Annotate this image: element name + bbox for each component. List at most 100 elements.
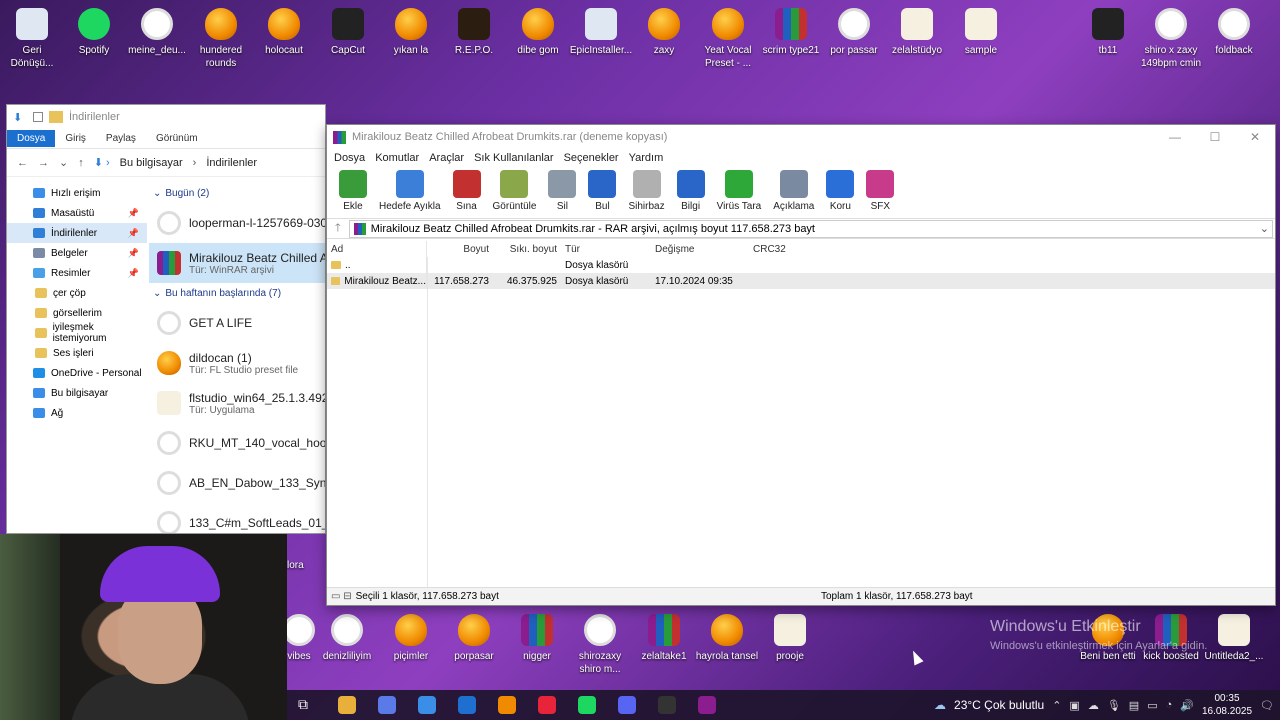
battery-icon[interactable]: ▭ [1147, 699, 1157, 712]
taskbar-winrar[interactable] [687, 690, 727, 720]
sidebar-item[interactable]: iyileşmek istemiyorum [7, 322, 147, 344]
desktop-icon[interactable]: nigger [505, 606, 569, 663]
taskbar-spotify[interactable] [567, 690, 607, 720]
file-item[interactable]: GET A LIFE [149, 303, 325, 343]
desktop-icon[interactable]: shiro x zaxy 149bpm cmin [1139, 0, 1203, 70]
toolbar-button[interactable]: Görüntüle [487, 167, 543, 215]
file-item[interactable]: flstudio_win64_25.1.3.4922 Tür: Uygulama [149, 383, 325, 423]
column-type[interactable]: Tür [557, 244, 651, 255]
close-icon[interactable]: ✕ [1235, 125, 1275, 149]
explorer-titlebar[interactable]: ⬇ İndirilenler [7, 105, 325, 129]
desktop-icon[interactable]: porpasar [442, 606, 506, 663]
toolbar-button[interactable]: Açıklama [767, 167, 820, 215]
sidebar-item[interactable]: görsellerim [7, 303, 147, 323]
sidebar-item[interactable]: Masaüstü 📌 [7, 203, 147, 223]
file-item[interactable]: 133_C#m_SoftLeads_01_TL [149, 503, 325, 533]
taskbar-outlook[interactable] [447, 690, 487, 720]
taskbar-opera[interactable] [527, 690, 567, 720]
toolbar-button[interactable]: Bul [582, 167, 622, 215]
desktop-icon[interactable]: EpicInstaller... [569, 0, 633, 57]
cloud-icon[interactable]: ☁ [1088, 699, 1099, 712]
toolbar-button[interactable]: Koru [820, 167, 860, 215]
desktop-icon[interactable]: zelaltake1 [632, 606, 696, 663]
taskbar-obs[interactable] [647, 690, 687, 720]
ribbon-tab-share[interactable]: Paylaş [96, 130, 146, 147]
ribbon-tab-view[interactable]: Görünüm [146, 130, 208, 147]
sidebar-item[interactable]: Belgeler 📌 [7, 243, 147, 263]
ribbon-tab-home[interactable]: Giriş [55, 130, 96, 147]
desktop-icon[interactable]: Geri Dönüşü... [0, 0, 64, 70]
desktop-icon[interactable]: Untitleda2_... [1202, 606, 1266, 663]
taskbar-fl-studio[interactable] [487, 690, 527, 720]
desktop-icon[interactable]: R.E.P.O. [442, 0, 506, 57]
wifi-icon[interactable]: ◔ [1166, 699, 1173, 711]
minimize-icon[interactable]: — [1155, 125, 1195, 149]
desktop-icon[interactable]: tb11 [1076, 0, 1140, 57]
chevron-up-icon[interactable]: ⌃ [1052, 699, 1061, 712]
menu-item[interactable]: Seçenekler [559, 152, 624, 164]
taskbar-copilot[interactable] [367, 690, 407, 720]
archive-path-field[interactable]: Mirakilouz Beatz Chilled Afrobeat Drumki… [348, 219, 1273, 238]
desktop-icon[interactable]: meine_deu... [125, 0, 189, 57]
group-header-week[interactable]: ⌄ Bu haftanın başlarında (7) [149, 283, 325, 303]
desktop-icon[interactable]: holocaut [252, 0, 316, 57]
toolbar-button[interactable]: Sil [542, 167, 582, 215]
group-header-today[interactable]: ⌄ Bugün (2) [149, 183, 325, 203]
sidebar-item[interactable]: Hızlı erişim [7, 183, 147, 203]
toolbar-button[interactable]: Sına [447, 167, 487, 215]
file-item[interactable]: dildocan (1) Tür: FL Studio preset file [149, 343, 325, 383]
file-item[interactable]: AB_EN_Dabow_133_Synth_Loop [149, 463, 325, 503]
desktop-icon[interactable]: CapCut [316, 0, 380, 57]
desktop-icon[interactable]: kick boosted [1139, 606, 1203, 663]
file-item[interactable]: RKU_MT_140_vocal_hook_baby [149, 423, 325, 463]
column-modified[interactable]: Değişme [651, 244, 749, 255]
desktop-icon[interactable]: shirozaxy shiro m... [568, 606, 632, 676]
toolbar-button[interactable]: Hedefe Ayıkla [373, 167, 447, 215]
microphone-icon[interactable]: 🎙 [1107, 699, 1121, 712]
volume-icon[interactable]: 🔊 [1180, 699, 1194, 712]
desktop-icon[interactable]: por passar [822, 0, 886, 57]
menu-item[interactable]: Araçlar [424, 152, 469, 164]
checkbox-icon[interactable] [33, 112, 43, 122]
column-size[interactable]: Boyut [427, 244, 489, 255]
desktop-icon[interactable]: dibe gom [506, 0, 570, 57]
toolbar-button[interactable]: Virüs Tara [711, 167, 768, 215]
tray-app-icon[interactable]: ▣ [1069, 699, 1079, 712]
sidebar-item[interactable]: İndirilenler 📌 [7, 223, 147, 243]
taskbar-file-explorer[interactable] [327, 690, 367, 720]
back-icon[interactable]: ← [17, 157, 28, 169]
toolbar-button[interactable]: Sihirbaz [622, 167, 670, 215]
file-item[interactable]: looperman-l-1257669-0306... [149, 203, 325, 243]
sidebar-item[interactable]: Resimler 📌 [7, 263, 147, 283]
file-item[interactable]: Mirakilouz Beatz Chilled Afrobeat Drumki… [149, 243, 325, 283]
toolbar-button[interactable]: Ekle [333, 167, 373, 215]
desktop-icon[interactable]: prooje [758, 606, 822, 663]
sidebar-item[interactable]: Ağ [7, 403, 147, 423]
taskbar-task-view[interactable]: ⧉ [287, 690, 327, 720]
sidebar-item[interactable]: Bu bilgisayar [7, 383, 147, 403]
breadcrumb-pc[interactable]: Bu bilgisayar [120, 157, 183, 169]
winrar-titlebar[interactable]: Mirakilouz Beatz Chilled Afrobeat Drumki… [327, 125, 1275, 149]
taskbar-discord[interactable] [607, 690, 647, 720]
desktop-icon[interactable]: denizliliyim [315, 606, 379, 663]
desktop-icon[interactable]: scrim type21 [759, 0, 823, 57]
desktop-icon[interactable]: Spotify [62, 0, 126, 57]
weather-icon[interactable]: ☁ [934, 698, 946, 712]
menu-item[interactable]: Sık Kullanılanlar [469, 152, 559, 164]
forward-icon[interactable]: → [38, 157, 49, 169]
sidebar-item[interactable]: Ses işleri [7, 343, 147, 363]
desktop-icon[interactable]: hayrola tansel [695, 606, 759, 663]
desktop-icon[interactable]: hundered rounds [189, 0, 253, 70]
weather-text[interactable]: 23°C Çok bulutlu [954, 698, 1044, 712]
desktop-icon[interactable]: piçimler [379, 606, 443, 663]
screen-icon[interactable]: ▤ [1129, 699, 1139, 712]
notification-icon[interactable]: 🗨 [1260, 699, 1274, 712]
sidebar-item[interactable]: OneDrive - Personal [7, 363, 147, 383]
up-icon[interactable]: ↑ [78, 157, 84, 169]
column-crc[interactable]: CRC32 [749, 244, 809, 255]
maximize-icon[interactable]: ☐ [1195, 125, 1235, 149]
table-row[interactable]: Mirakilouz Beatz... 117.658.273 46.375.925… [327, 273, 1275, 289]
breadcrumb-downloads[interactable]: İndirilenler [206, 157, 257, 169]
desktop-icon[interactable]: foldback [1202, 0, 1266, 57]
menu-item[interactable]: Dosya [329, 152, 370, 164]
